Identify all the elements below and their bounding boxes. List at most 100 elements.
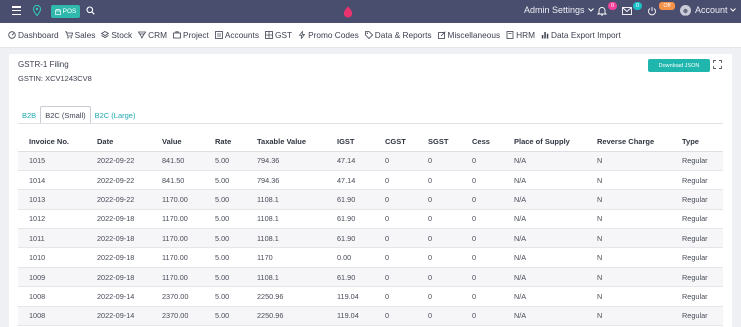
store-icon xyxy=(54,8,61,15)
cell-sgst: 0 xyxy=(417,228,461,249)
cell-date: 2022-09-18 xyxy=(86,267,151,288)
cell-type: Regular xyxy=(671,286,723,307)
nav-item-gst[interactable]: GST xyxy=(265,30,292,40)
nav-item-accounts[interactable]: Accounts xyxy=(214,30,259,40)
mail-badge: 0 xyxy=(633,2,642,10)
edit-icon xyxy=(437,31,446,39)
cell-rate: 5.00 xyxy=(204,267,246,288)
column-header-date[interactable]: Date xyxy=(86,132,151,152)
cell-type: Regular xyxy=(671,151,723,171)
cell-value: 841.50 xyxy=(151,170,204,191)
cell-sgst: 0 xyxy=(417,247,461,268)
cell-invoice-no: 1008 xyxy=(18,286,86,307)
nav-item-label: Accounts xyxy=(224,30,259,40)
cell-sgst: 0 xyxy=(417,189,461,210)
avatar[interactable] xyxy=(680,5,691,16)
nav-item-miscellaneous[interactable]: Miscellaneous xyxy=(437,30,500,40)
nav-item-dashboard[interactable]: Dashboard xyxy=(8,30,59,40)
cell-type: Regular xyxy=(671,247,723,268)
column-header-taxable-value[interactable]: Taxable Value xyxy=(246,132,326,152)
messages[interactable]: 0 xyxy=(622,2,642,18)
table-row[interactable]: 1015 2022-09-22 841.50 5.00 794.36 47.14 0 0 0 N/… xyxy=(18,151,723,171)
cell-cess: 0 xyxy=(461,286,503,307)
cell-cgst: 0 xyxy=(374,247,417,268)
tab-b2b[interactable]: B2B xyxy=(18,106,40,124)
cell-value: 1170.00 xyxy=(151,209,204,230)
table-row[interactable]: 1011 2022-09-18 1170.00 5.00 1108.1 61.90 0 0 0 N… xyxy=(18,228,723,249)
nav-item-label: Promo Codes xyxy=(308,30,359,40)
column-header-cgst[interactable]: CGST xyxy=(374,132,417,152)
bell-icon xyxy=(597,7,607,16)
cell-rate: 5.00 xyxy=(204,306,246,327)
nav-item-data-export-import[interactable]: Data Export Import xyxy=(541,30,621,40)
tab-b2c-small[interactable]: B2C (Small) xyxy=(40,106,91,124)
pos-button[interactable]: POS xyxy=(51,5,80,18)
cell-igst: 61.90 xyxy=(326,267,374,288)
column-header-rate[interactable]: Rate xyxy=(204,132,246,152)
table-row[interactable]: 1008 2022-09-14 2370.00 5.00 2250.96 119.04 0 0… xyxy=(18,306,723,327)
nav-item-label: Data & Reports xyxy=(374,30,432,40)
search-icon[interactable] xyxy=(86,6,95,15)
status-badge: Off xyxy=(659,2,675,10)
column-header-value[interactable]: Value xyxy=(151,132,204,152)
nav-item-stock[interactable]: Stock xyxy=(101,30,132,40)
table-row[interactable]: 1014 2022-09-22 841.50 5.00 794.36 47.14 0 0 0 N/… xyxy=(18,170,723,191)
cell-invoice-no: 1011 xyxy=(18,228,86,249)
notification-bell[interactable]: 0 xyxy=(597,2,617,18)
column-header-invoice-no[interactable]: Invoice No. xyxy=(18,132,86,152)
admin-settings-label: Admin Settings xyxy=(524,5,585,15)
status-toggle[interactable]: Off xyxy=(647,2,675,18)
column-header-igst[interactable]: IGST xyxy=(326,132,374,152)
page-title: GSTR-1 Filing xyxy=(18,60,69,69)
column-header-reverse-charge[interactable]: Reverse Charge xyxy=(586,132,671,152)
mail-icon xyxy=(622,7,632,15)
account-label: Account xyxy=(695,5,728,15)
table-row[interactable]: 1008 2022-09-14 2370.00 5.00 2250.96 119.04 0 0… xyxy=(18,286,723,307)
table-row[interactable]: 1010 2022-09-18 1170.00 5.00 1170 0.00 0 0 0 N/A N… xyxy=(18,247,723,268)
nav-item-project[interactable]: Project xyxy=(173,30,209,40)
nav-item-label: HRM xyxy=(516,30,536,40)
briefcase-icon xyxy=(173,31,181,39)
cell-value: 1170.00 xyxy=(151,267,204,288)
account-dropdown[interactable]: Account xyxy=(695,5,736,15)
main-nav: Dashboard Sales Stock CRM Project Accounts GST… xyxy=(0,23,741,48)
download-json-button[interactable]: Download JSON xyxy=(648,59,710,72)
cell-taxable-value: 1108.1 xyxy=(246,267,326,288)
filing-tabs: B2B B2C (Small) B2C (Large) xyxy=(18,106,139,124)
column-header-place-of-supply[interactable]: Place of Supply xyxy=(503,132,586,152)
column-header-cess[interactable]: Cess xyxy=(461,132,503,152)
cell-type: Regular xyxy=(671,170,723,191)
nav-item-data-and-reports[interactable]: Data & Reports xyxy=(364,30,432,40)
nav-item-hrm[interactable]: HRM xyxy=(506,30,535,40)
admin-settings-dropdown[interactable]: Admin Settings xyxy=(524,5,594,15)
tab-b2c-large[interactable]: B2C (Large) xyxy=(91,106,140,124)
cell-rate: 5.00 xyxy=(204,247,246,268)
cell-cgst: 0 xyxy=(374,151,417,171)
gstr1-card: GSTR-1 Filing GSTIN: XCV1243CV8 Download… xyxy=(9,54,732,327)
location-pin-icon[interactable] xyxy=(33,5,41,16)
table-row[interactable]: 1009 2022-09-18 1170.00 5.00 1108.1 61.90 0 0 0 N… xyxy=(18,267,723,288)
gstin-label: GSTIN: XCV1243CV8 xyxy=(18,74,92,83)
cell-taxable-value: 2250.96 xyxy=(246,286,326,307)
cell-value: 1170.00 xyxy=(151,247,204,268)
fullscreen-icon[interactable] xyxy=(713,60,722,69)
top-bar: POS Admin Settings 0 0 Off Account xyxy=(0,0,741,23)
table-row[interactable]: 1012 2022-09-18 1170.00 5.00 1108.1 61.90 0 0 0 N… xyxy=(18,209,723,230)
cell-value: 2370.00 xyxy=(151,306,204,327)
cell-cess: 0 xyxy=(461,306,503,327)
cell-invoice-no: 1008 xyxy=(18,306,86,327)
cell-reverse-charge: N xyxy=(586,267,671,288)
nav-item-promo-codes[interactable]: Promo Codes xyxy=(298,30,359,40)
cell-place-of-supply: N/A xyxy=(503,189,586,210)
bolt-icon xyxy=(298,31,306,39)
menu-icon[interactable] xyxy=(12,6,21,15)
nav-item-crm[interactable]: CRM xyxy=(138,30,167,40)
bell-badge: 0 xyxy=(608,2,617,10)
column-header-type[interactable]: Type xyxy=(671,132,723,152)
cell-value: 1170.00 xyxy=(151,228,204,249)
table-row[interactable]: 1013 2022-09-22 1170.00 5.00 1108.1 61.90 0 0 0 N… xyxy=(18,189,723,210)
tab-divider xyxy=(18,123,723,124)
cell-type: Regular xyxy=(671,228,723,249)
nav-item-sales[interactable]: Sales xyxy=(64,30,95,40)
column-header-sgst[interactable]: SGST xyxy=(417,132,461,152)
